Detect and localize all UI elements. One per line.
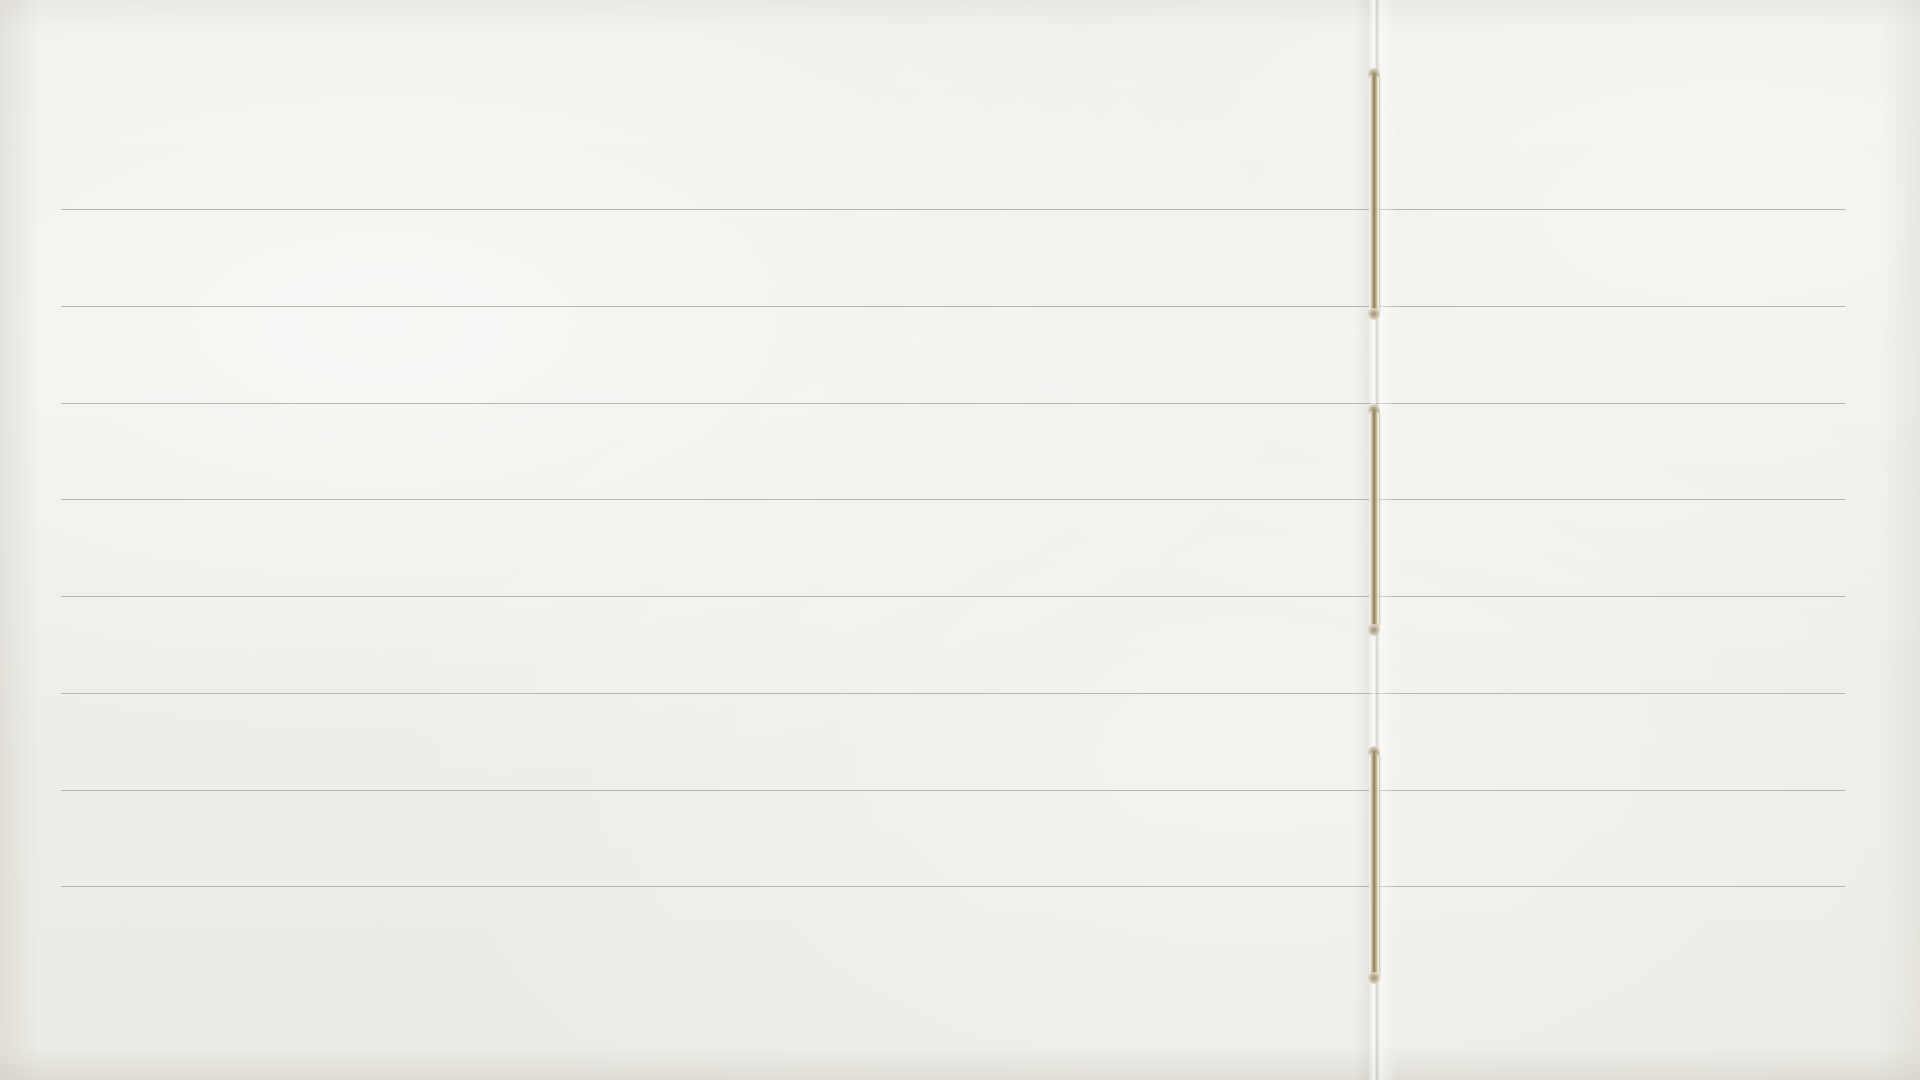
ruled-line	[61, 596, 1845, 597]
notebook-page	[0, 0, 1920, 1080]
ruled-line	[61, 790, 1845, 791]
binding-stitch	[1369, 74, 1379, 314]
ruled-line	[61, 403, 1845, 404]
ruled-line	[61, 693, 1845, 694]
ruled-line	[61, 886, 1845, 887]
stitch-hole	[1368, 624, 1380, 636]
binding-stitch	[1369, 752, 1379, 980]
binding-stitch	[1369, 410, 1379, 628]
stitch-hole	[1368, 308, 1380, 320]
stitch-hole	[1368, 972, 1380, 984]
paper-edge-shading	[0, 0, 1920, 1080]
ruled-line	[61, 499, 1845, 500]
ruled-line	[61, 306, 1845, 307]
ruled-line	[61, 209, 1845, 210]
